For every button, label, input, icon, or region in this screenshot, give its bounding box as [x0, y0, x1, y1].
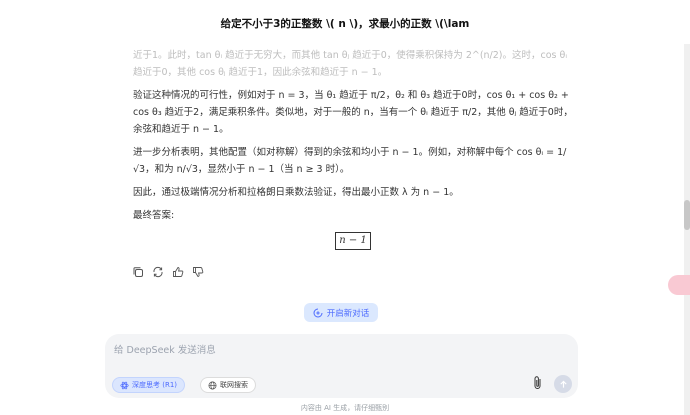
- message-input[interactable]: 给 DeepSeek 发送消息: [114, 342, 216, 356]
- assistant-message: 接下来考虑极端情况，假设有一个 θᵢ 趋近于 π/2，对应的 xᵢ 趋近于0，而…: [133, 30, 573, 250]
- paperclip-icon[interactable]: [532, 375, 544, 391]
- copy-icon[interactable]: [132, 266, 144, 278]
- answer-paragraph-4: 因此，通过极端情况分析和拉格朗日乘数法验证，得出最小正数 λ 为 n − 1。: [133, 187, 459, 198]
- new-chat-button[interactable]: 开启新对话: [304, 303, 378, 322]
- message-actions: [132, 266, 204, 278]
- globe-icon: [208, 381, 217, 389]
- send-button[interactable]: [554, 375, 572, 393]
- web-search-toggle[interactable]: 联网搜索: [200, 377, 256, 393]
- atom-icon: [120, 381, 129, 389]
- answer-paragraph-2: 验证这种情况的可行性，例如对于 n = 3，当 θ₁ 趋近于 π/2，θ₂ 和 …: [133, 90, 573, 135]
- final-answer-box: n − 1: [335, 232, 371, 250]
- answer-paragraph-3: 进一步分析表明，其他配置（如对称解）得到的余弦和均小于 n − 1。例如，对称解…: [133, 147, 567, 175]
- conversation-title: 给定不小于3的正整数 \( n \)，求最小的正数 \(\lam: [220, 18, 470, 30]
- message-composer: 给 DeepSeek 发送消息 深度思考 (R1) 联网搜索: [105, 334, 578, 398]
- thumbs-up-icon[interactable]: [172, 266, 184, 278]
- arrow-up-icon: [559, 380, 567, 388]
- deep-think-label: 深度思考 (R1): [132, 381, 178, 389]
- scrollbar-thumb[interactable]: [684, 200, 690, 230]
- thumbs-down-icon[interactable]: [192, 266, 204, 278]
- ai-disclaimer: 内容由 AI 生成，请仔细甄别: [300, 404, 390, 412]
- regenerate-icon[interactable]: [152, 266, 164, 278]
- deep-think-toggle[interactable]: 深度思考 (R1): [112, 377, 186, 393]
- new-chat-label: 开启新对话: [326, 308, 370, 319]
- scrollbar[interactable]: [684, 0, 690, 415]
- web-search-label: 联网搜索: [220, 381, 248, 389]
- new-chat-icon: [313, 308, 323, 317]
- top-bar: 给定不小于3的正整数 \( n \)，求最小的正数 \(\lam: [0, 0, 690, 44]
- final-answer-label: 最终答案:: [133, 210, 175, 221]
- floating-side-button[interactable]: [668, 275, 690, 295]
